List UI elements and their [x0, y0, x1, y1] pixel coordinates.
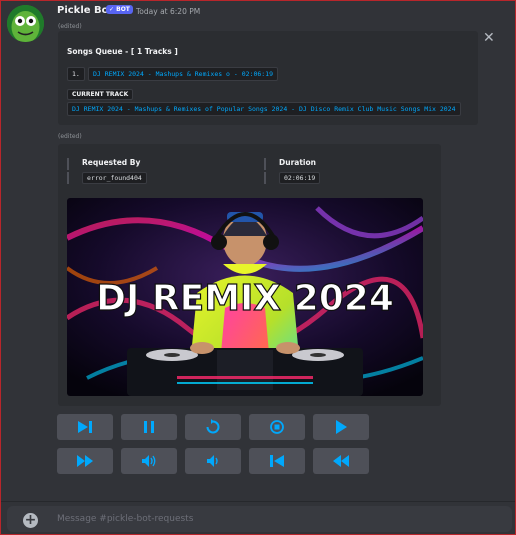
- volume-up-icon: [142, 455, 156, 467]
- requested-by-label: Requested By: [82, 158, 141, 167]
- message-timestamp[interactable]: Today at 6:20 PM: [136, 7, 200, 16]
- queue-item-title: DJ REMIX 2024 - Mashups & Remixes o - 02…: [88, 67, 279, 81]
- requested-by-value: error_found404: [82, 172, 147, 184]
- stop-icon: [270, 420, 284, 434]
- queue-title: Songs Queue - [ 1 Tracks ]: [67, 47, 178, 56]
- field-divider: [264, 158, 266, 170]
- volume-up-button[interactable]: [121, 448, 177, 474]
- edited-label: (edited): [58, 23, 82, 30]
- track-thumbnail[interactable]: DJ REMIX 2024: [67, 198, 423, 396]
- field-divider: [264, 172, 266, 184]
- duration-label: Duration: [279, 158, 316, 167]
- volume-down-button[interactable]: [185, 448, 241, 474]
- loop-icon: [206, 419, 220, 434]
- edited-label-2: (edited): [58, 133, 82, 140]
- play-icon: [336, 420, 347, 434]
- queue-item-index: 1.: [67, 67, 85, 81]
- rewind-button[interactable]: [313, 448, 369, 474]
- rewind-icon: [333, 455, 349, 467]
- field-divider: [67, 172, 69, 184]
- pause-icon: [144, 421, 154, 433]
- stop-button[interactable]: [249, 414, 305, 440]
- skip-next-icon: [78, 421, 92, 433]
- skip-next-button[interactable]: [57, 414, 113, 440]
- current-track-label: CURRENT TRACK: [67, 89, 134, 100]
- skip-previous-button[interactable]: [249, 448, 305, 474]
- close-icon[interactable]: ✕: [483, 31, 495, 45]
- duration-value: 02:06:19: [279, 172, 321, 184]
- loop-button[interactable]: [185, 414, 241, 440]
- current-track-title: DJ REMIX 2024 - Mashups & Remixes of Pop…: [67, 102, 461, 116]
- composer-divider: [1, 501, 515, 502]
- volume-down-icon: [207, 455, 218, 467]
- skip-previous-icon: [270, 455, 284, 467]
- play-button[interactable]: [313, 414, 369, 440]
- bot-badge: ✓ BOT: [106, 5, 133, 14]
- pause-button[interactable]: [121, 414, 177, 440]
- field-divider: [67, 158, 69, 170]
- author-name[interactable]: Pickle Bot: [57, 5, 113, 16]
- fast-forward-button[interactable]: [57, 448, 113, 474]
- message-input[interactable]: Message #pickle-bot-requests: [57, 514, 193, 524]
- thumbnail-title: DJ REMIX 2024: [96, 278, 394, 319]
- bot-avatar[interactable]: [7, 5, 44, 42]
- add-attachment-icon[interactable]: +: [23, 513, 38, 528]
- fast-forward-icon: [77, 455, 93, 467]
